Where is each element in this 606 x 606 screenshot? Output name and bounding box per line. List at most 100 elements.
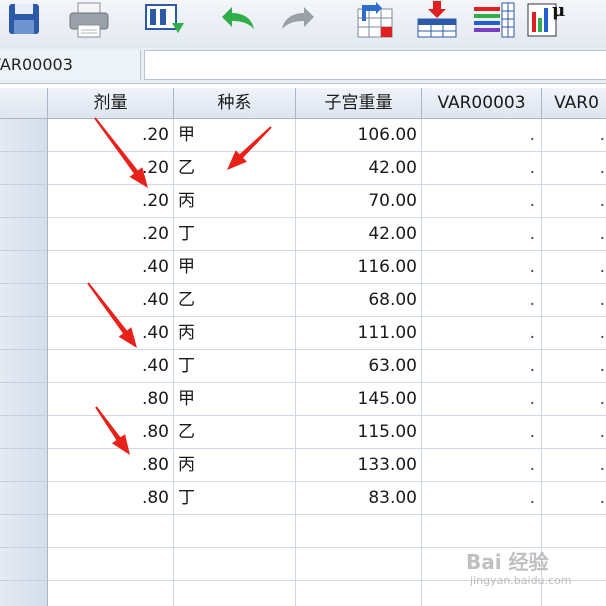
row-header[interactable] [0,548,48,581]
table-cell[interactable]: 丁 [174,350,296,383]
table-cell[interactable]: . [542,449,606,482]
row-header[interactable] [0,251,48,284]
table-cell[interactable]: 甲 [174,251,296,284]
row-header[interactable] [0,482,48,515]
table-cell[interactable]: 111.00 [296,317,422,350]
table-cell[interactable]: .80 [48,383,174,416]
table-cell[interactable]: 丙 [174,185,296,218]
table-cell[interactable]: .40 [48,251,174,284]
table-cell[interactable]: . [422,251,542,284]
row-header[interactable] [0,350,48,383]
row-header[interactable] [0,218,48,251]
table-cell[interactable]: 乙 [174,284,296,317]
table-cell[interactable] [174,548,296,581]
redo-button[interactable] [274,0,324,40]
table-cell[interactable]: .80 [48,482,174,515]
table-cell[interactable]: . [542,383,606,416]
recall-dialog-button[interactable] [140,0,190,40]
table-cell[interactable]: . [422,350,542,383]
table-cell[interactable] [174,581,296,606]
row-header[interactable] [0,317,48,350]
table-cell[interactable]: . [422,416,542,449]
table-cell[interactable]: .20 [48,218,174,251]
table-cell[interactable]: 116.00 [296,251,422,284]
table-cell[interactable] [422,515,542,548]
column-header[interactable]: 子宫重量 [296,88,422,119]
save-button[interactable] [0,0,48,40]
table-cell[interactable] [48,515,174,548]
table-cell[interactable]: . [422,449,542,482]
row-header[interactable] [0,515,48,548]
table-cell[interactable]: 甲 [174,119,296,152]
cell-value-input[interactable] [144,50,606,80]
table-cell[interactable] [422,548,542,581]
grid-corner[interactable] [0,88,48,119]
table-cell[interactable]: .20 [48,185,174,218]
table-cell[interactable] [48,548,174,581]
table-cell[interactable] [296,548,422,581]
table-cell[interactable]: . [542,482,606,515]
table-cell[interactable] [542,548,606,581]
table-cell[interactable]: . [542,284,606,317]
table-cell[interactable]: 115.00 [296,416,422,449]
column-header[interactable]: 种系 [174,88,296,119]
table-cell[interactable]: . [422,317,542,350]
table-cell[interactable] [542,581,606,606]
undo-button[interactable] [212,0,262,40]
table-cell[interactable]: . [542,218,606,251]
print-button[interactable] [64,0,114,40]
table-cell[interactable]: .40 [48,284,174,317]
row-header[interactable] [0,383,48,416]
table-cell[interactable]: 丁 [174,218,296,251]
row-header[interactable] [0,416,48,449]
table-cell[interactable]: . [542,251,606,284]
table-cell[interactable]: . [422,482,542,515]
table-cell[interactable]: . [542,119,606,152]
table-cell[interactable]: 42.00 [296,152,422,185]
table-cell[interactable]: 145.00 [296,383,422,416]
row-header[interactable] [0,581,48,606]
table-cell[interactable]: 68.00 [296,284,422,317]
table-cell[interactable]: . [542,152,606,185]
table-cell[interactable]: 丁 [174,482,296,515]
table-cell[interactable]: . [422,185,542,218]
row-header[interactable] [0,449,48,482]
row-header[interactable] [0,185,48,218]
column-header[interactable]: VAR00003 [422,88,542,119]
table-cell[interactable]: 133.00 [296,449,422,482]
table-cell[interactable]: . [422,284,542,317]
table-cell[interactable]: 106.00 [296,119,422,152]
column-header[interactable]: VAR0 [542,88,606,119]
table-cell[interactable] [296,581,422,606]
row-header[interactable] [0,119,48,152]
insert-cases-button[interactable] [412,0,462,40]
table-cell[interactable]: . [542,185,606,218]
row-header[interactable] [0,152,48,185]
table-cell[interactable]: . [422,218,542,251]
table-cell[interactable]: . [422,383,542,416]
column-header[interactable]: 剂量 [48,88,174,119]
table-cell[interactable]: 70.00 [296,185,422,218]
table-cell[interactable] [422,581,542,606]
table-cell[interactable]: . [542,416,606,449]
table-cell[interactable]: 丙 [174,317,296,350]
table-cell[interactable]: 乙 [174,416,296,449]
table-cell[interactable]: 42.00 [296,218,422,251]
table-cell[interactable]: 83.00 [296,482,422,515]
cell-reference-box[interactable]: VAR00003 [0,50,141,80]
table-cell[interactable]: . [422,152,542,185]
table-cell[interactable]: .40 [48,317,174,350]
table-cell[interactable]: . [422,119,542,152]
table-cell[interactable]: . [542,317,606,350]
table-cell[interactable]: .20 [48,152,174,185]
table-cell[interactable] [542,515,606,548]
table-cell[interactable]: 丙 [174,449,296,482]
table-cell[interactable]: .20 [48,119,174,152]
table-cell[interactable]: .80 [48,449,174,482]
table-cell[interactable]: 甲 [174,383,296,416]
table-cell[interactable] [48,581,174,606]
table-cell[interactable]: .80 [48,416,174,449]
table-cell[interactable] [296,515,422,548]
insert-variable-button[interactable] [470,0,520,40]
table-cell[interactable]: . [542,350,606,383]
